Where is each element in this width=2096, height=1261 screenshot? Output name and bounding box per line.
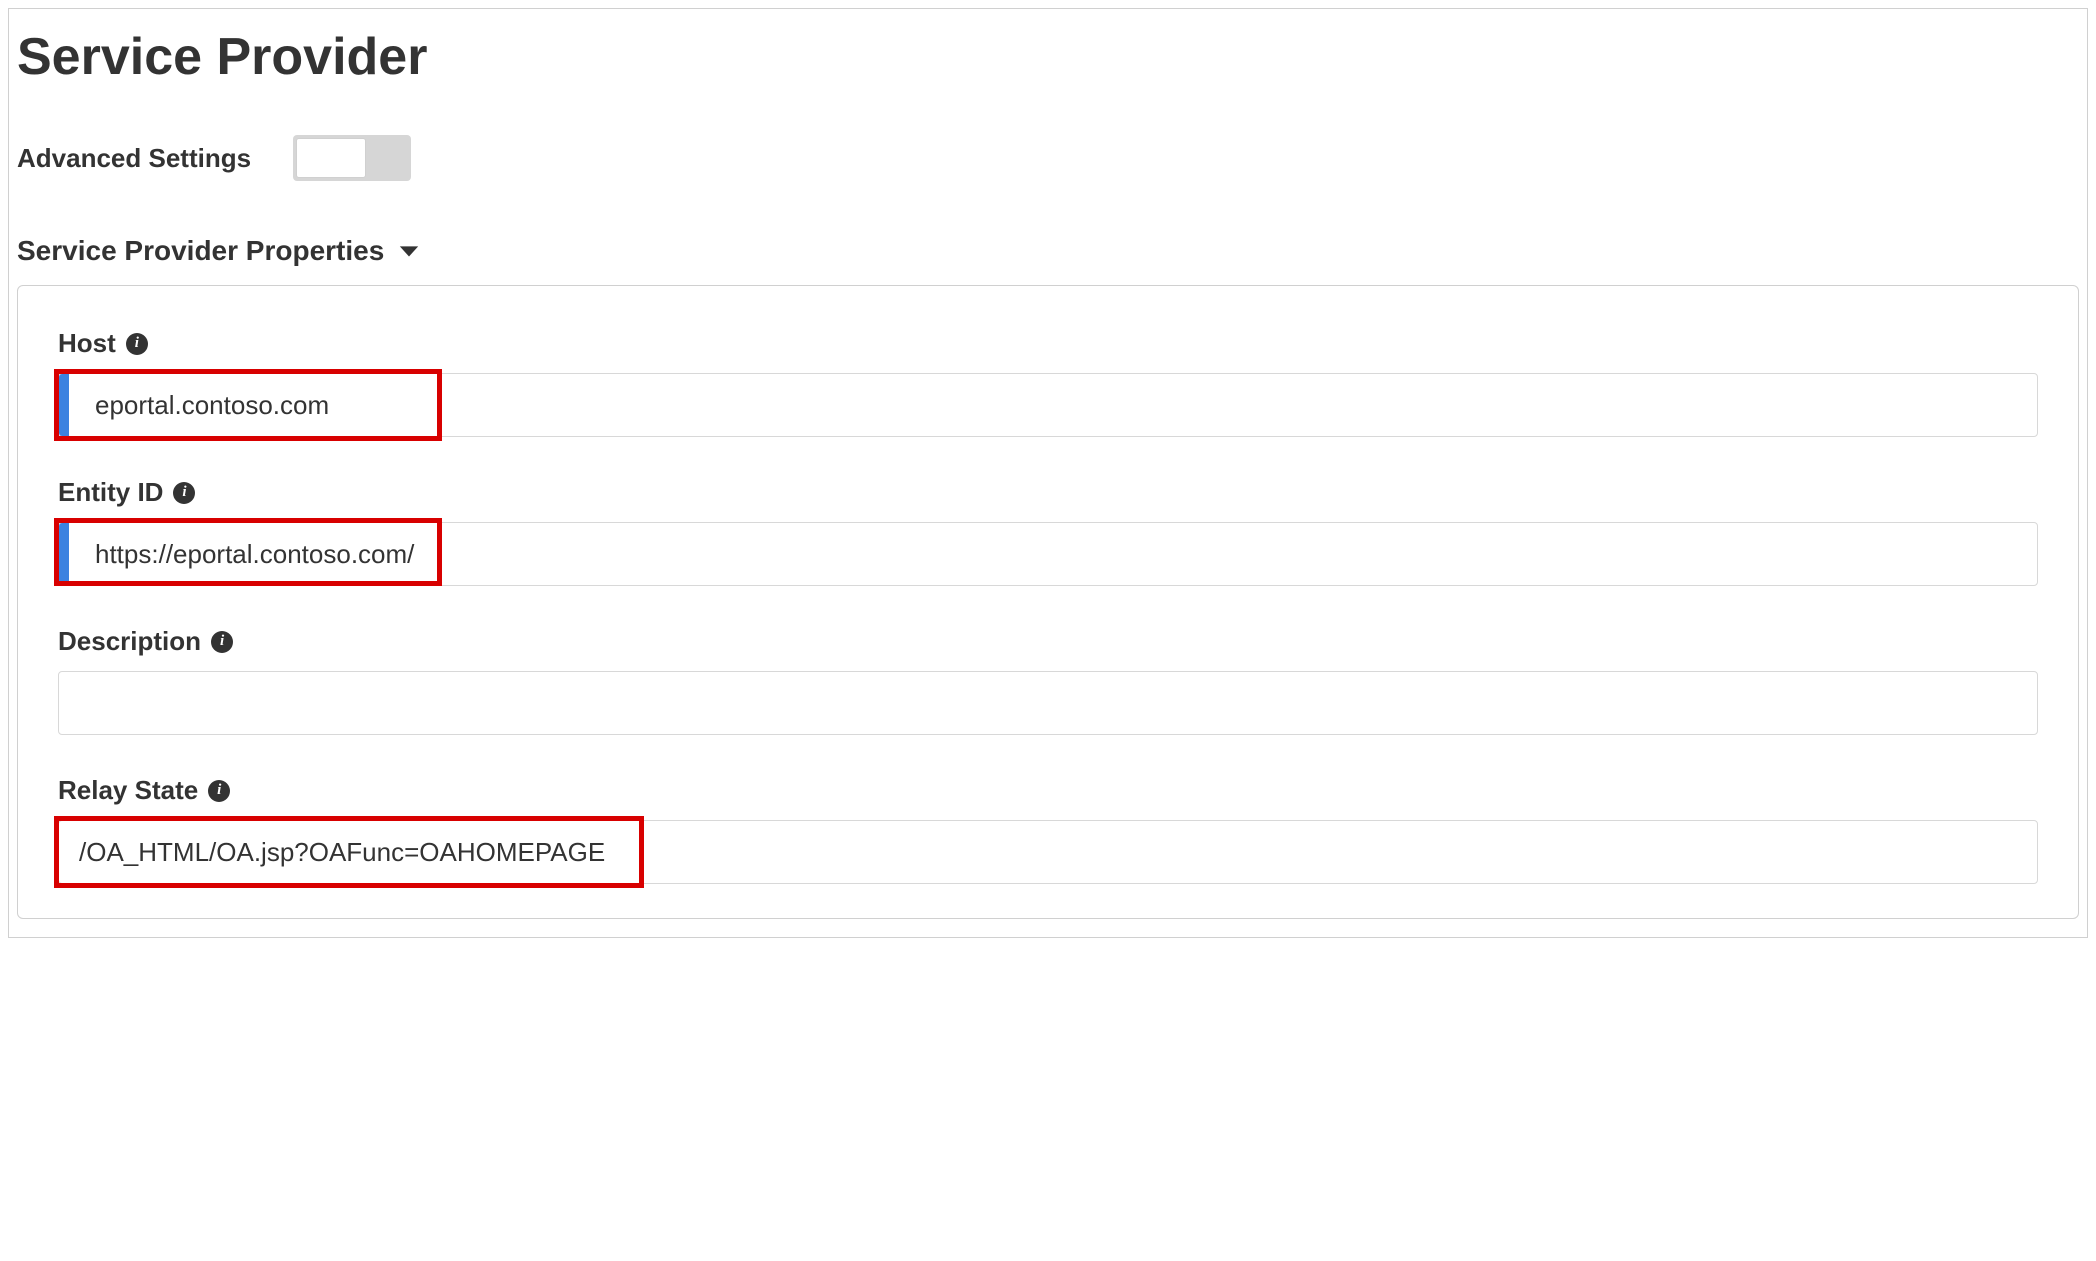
field-group-relay-state: Relay State i [58, 775, 2038, 884]
service-provider-panel: Service Provider Advanced Settings Servi… [8, 8, 2088, 938]
info-icon[interactable]: i [211, 631, 233, 653]
field-group-description: Description i [58, 626, 2038, 735]
entity-id-input-wrap [58, 522, 2038, 586]
page-title: Service Provider [17, 27, 2079, 87]
description-input[interactable] [58, 671, 2038, 735]
field-group-host: Host i [58, 328, 2038, 437]
field-label-row: Description i [58, 626, 2038, 657]
description-input-wrap [58, 671, 2038, 735]
relay-state-input[interactable] [58, 820, 2038, 884]
field-label-row: Host i [58, 328, 2038, 359]
info-icon[interactable]: i [173, 482, 195, 504]
toggle-knob [296, 138, 366, 178]
section-header-row[interactable]: Service Provider Properties [17, 235, 2079, 267]
host-input-wrap [58, 373, 2038, 437]
info-icon[interactable]: i [208, 780, 230, 802]
focus-indicator [59, 374, 69, 436]
description-label: Description [58, 626, 201, 657]
info-icon[interactable]: i [126, 333, 148, 355]
properties-panel: Host i Entity ID i Descrip [17, 285, 2079, 919]
entity-id-label: Entity ID [58, 477, 163, 508]
host-input[interactable] [58, 373, 2038, 437]
advanced-settings-row: Advanced Settings [17, 135, 2079, 181]
section-heading: Service Provider Properties [17, 235, 384, 267]
advanced-settings-label: Advanced Settings [17, 143, 251, 174]
field-group-entity-id: Entity ID i [58, 477, 2038, 586]
focus-indicator [59, 523, 69, 585]
advanced-settings-toggle[interactable] [293, 135, 411, 181]
host-label: Host [58, 328, 116, 359]
field-label-row: Entity ID i [58, 477, 2038, 508]
entity-id-input[interactable] [58, 522, 2038, 586]
relay-state-label: Relay State [58, 775, 198, 806]
field-label-row: Relay State i [58, 775, 2038, 806]
relay-state-input-wrap [58, 820, 2038, 884]
caret-down-icon[interactable] [398, 244, 420, 258]
